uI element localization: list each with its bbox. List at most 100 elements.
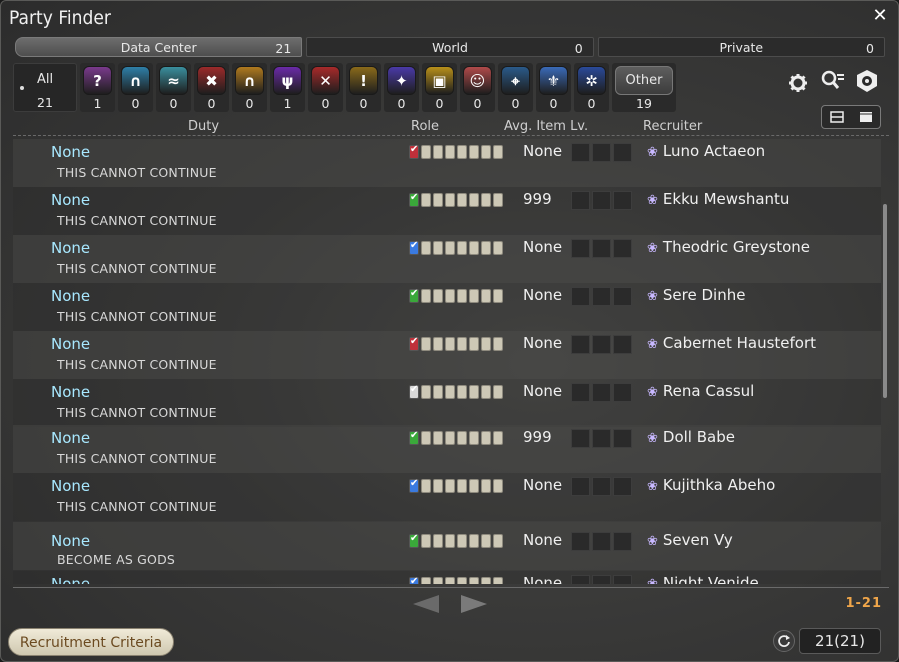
filter-category-button[interactable]: ! 0 [346, 63, 381, 112]
empty-role-slot [457, 385, 467, 399]
recruiter: ❀ Kujithka Abeho [647, 476, 775, 494]
leader-role-slot [409, 336, 419, 351]
party-listing-row[interactable]: None None ❀ Night Venide [13, 571, 881, 584]
filter-count: 0 [131, 96, 140, 111]
extra-slot [592, 191, 611, 210]
header-divider [13, 135, 889, 136]
empty-role-slot [421, 534, 431, 548]
party-listing-row[interactable]: None THIS CANNOT CONTINUE None ❀ Cabernet Ha… [13, 331, 881, 379]
filter-all-button[interactable]: All 21 [13, 63, 77, 112]
filter-category-button[interactable]: ✖ 0 [194, 63, 229, 112]
extra-slot [613, 429, 632, 448]
empty-role-slot [445, 577, 455, 584]
tab-private[interactable]: Private 0 [597, 37, 885, 57]
extra-slots [571, 287, 632, 306]
filter-count: 0 [245, 96, 254, 111]
party-listing-row[interactable]: None THIS CANNOT CONTINUE 999 ❀ Doll Babe [13, 425, 881, 473]
search-list-icon[interactable] [820, 68, 846, 94]
role-slots [409, 336, 503, 351]
empty-role-slot [421, 145, 431, 159]
party-description: THIS CANNOT CONTINUE [57, 405, 217, 420]
tab-count: 0 [574, 41, 583, 56]
duty-name: None [51, 477, 91, 495]
filter-category-button[interactable]: ▣ 0 [422, 63, 457, 112]
extra-slot [613, 287, 632, 306]
party-listing-row[interactable]: None THIS CANNOT CONTINUE 999 ❀ Ekku Mewshan… [13, 187, 881, 235]
filter-category-button[interactable]: ⌖ 0 [498, 63, 533, 112]
world-icon: ❀ [647, 337, 658, 352]
extra-slot [613, 383, 632, 402]
party-listing-row[interactable]: None THIS CANNOT CONTINUE None ❀ Sere Dinhe [13, 283, 881, 331]
scrollbar[interactable] [883, 204, 887, 398]
average-item-level: None [523, 382, 563, 400]
filter-category-button[interactable]: ☺ 0 [460, 63, 495, 112]
filter-category-button[interactable]: ✲ 0 [574, 63, 609, 112]
empty-role-slot [493, 431, 503, 445]
party-description: THIS CANNOT CONTINUE [57, 451, 217, 466]
filter-category-button[interactable]: ∩ 0 [118, 63, 153, 112]
empty-role-slot [421, 337, 431, 351]
extra-slots [571, 477, 632, 496]
party-listing-row[interactable]: None THIS CANNOT CONTINUE None ❀ Kujithka Ab… [13, 473, 881, 521]
empty-role-slot [445, 431, 455, 445]
extra-slots [571, 143, 632, 162]
role-header: Role [411, 119, 440, 134]
recruiter: ❀ Night Venide [647, 574, 759, 584]
filter-category-button[interactable]: ✕ 0 [308, 63, 343, 112]
party-description: BECOME AS GODS [57, 552, 176, 567]
recruiter: ❀ Doll Babe [647, 428, 735, 446]
duty-name: None [51, 287, 91, 305]
empty-role-slot [469, 241, 479, 255]
shield-icon[interactable] [854, 68, 880, 94]
empty-role-slot [445, 337, 455, 351]
empty-role-slot [421, 193, 431, 207]
detail-view-button[interactable] [851, 106, 880, 128]
filter-category-button[interactable]: ⚜ 0 [536, 63, 571, 112]
scroll-icon: ≈ [159, 66, 188, 95]
filter-category-button[interactable]: ≈0 [156, 63, 191, 112]
empty-role-slot [457, 193, 467, 207]
recruiter-header: Recruiter [643, 119, 703, 134]
empty-role-slot [481, 337, 491, 351]
leader-role-slot [409, 533, 419, 548]
filter-category-button[interactable]: ψ1 [270, 63, 305, 112]
filter-count: 0 [207, 96, 216, 111]
party-listing-row[interactable]: None THIS CANNOT CONTINUE None ❀ Theodric Gr… [13, 235, 881, 283]
party-listing-row[interactable]: None THIS CANNOT CONTINUE None ❀ Luno Actaeo… [13, 139, 881, 187]
leader-role-slot [409, 288, 419, 303]
world-icon: ❀ [647, 289, 658, 304]
tab-data-center[interactable]: Data Center 21 [15, 37, 303, 57]
filter-category-button[interactable]: ? 1 [80, 63, 115, 112]
world-icon: ❀ [647, 145, 658, 160]
previous-page-button[interactable] [411, 593, 441, 615]
filter-other-button[interactable]: Other 19 [612, 63, 676, 112]
world-icon: ❀ [647, 193, 658, 208]
compact-view-button[interactable] [822, 106, 851, 128]
role-slots [409, 430, 503, 445]
close-icon[interactable]: ✕ [870, 6, 890, 26]
extra-slot [613, 143, 632, 162]
empty-role-slot [445, 479, 455, 493]
filter-count: 0 [397, 96, 406, 111]
party-listing-row[interactable]: None THIS CANNOT CONTINUE None ❀ Rena Cassul [13, 379, 881, 427]
empty-role-slot [433, 193, 443, 207]
refresh-icon[interactable] [773, 630, 795, 652]
recruiter-name: Kujithka Abeho [662, 476, 776, 494]
tab-world[interactable]: World 0 [306, 37, 594, 57]
duty-name: None [51, 335, 91, 353]
filter-category-button[interactable]: ✦ 0 [384, 63, 419, 112]
filter-count: 1 [283, 96, 292, 111]
empty-role-slot [433, 431, 443, 445]
world-icon: ❀ [647, 385, 658, 400]
empty-role-slot [481, 145, 491, 159]
filter-count: 0 [549, 96, 558, 111]
recruitment-criteria-button[interactable]: Recruitment Criteria [8, 628, 174, 656]
empty-role-slot [481, 289, 491, 303]
extra-slot [592, 143, 611, 162]
settings-gear-icon[interactable] [785, 70, 811, 96]
next-page-button[interactable] [459, 593, 489, 615]
filter-category-button[interactable]: ∩ 0 [232, 63, 267, 112]
empty-role-slot [493, 534, 503, 548]
party-listing-row[interactable]: None BECOME AS GODS None ❀ Seven Vy [13, 522, 881, 570]
selected-dot [20, 86, 24, 90]
